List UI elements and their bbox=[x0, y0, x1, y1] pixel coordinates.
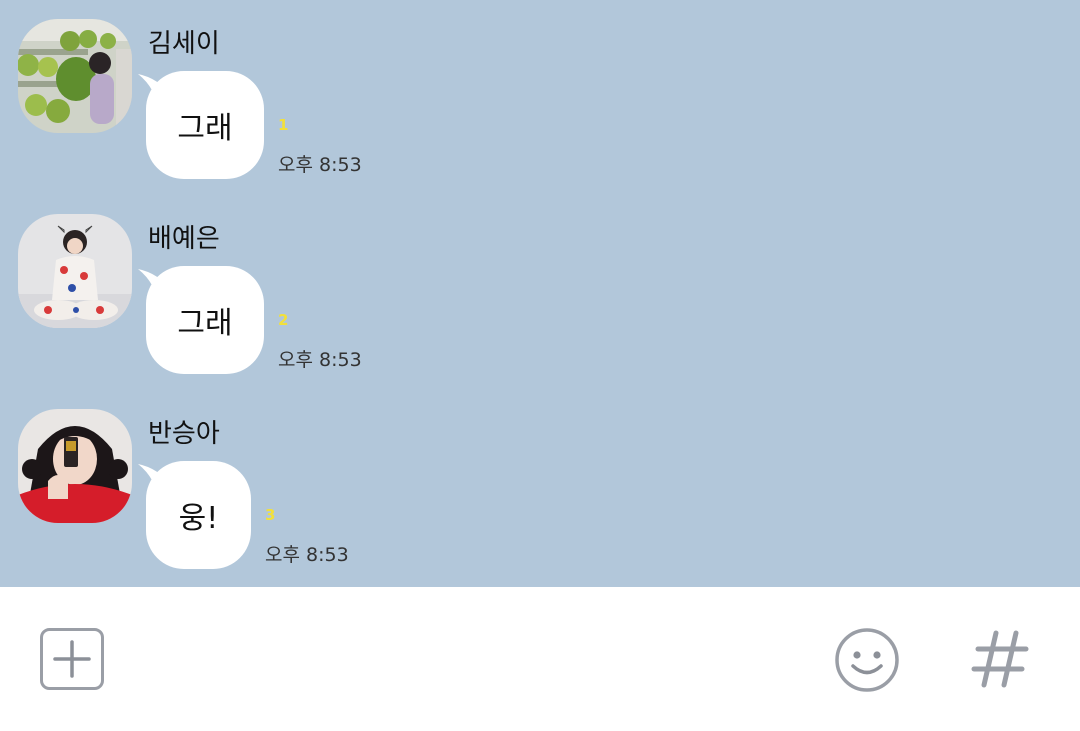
message-bubble[interactable]: 그래 bbox=[146, 71, 264, 179]
chat-message: 김세이 그래 1 오후 8:53 bbox=[0, 19, 1080, 209]
chat-room: 김세이 그래 1 오후 8:53 배예은 그래 2 오후 8:53 반승아 웅!… bbox=[0, 0, 1080, 587]
hashtag-button[interactable] bbox=[970, 625, 1030, 691]
unread-count: 1 bbox=[278, 116, 289, 134]
message-text: 웅! bbox=[178, 501, 219, 536]
profile-photo-plush-store-icon bbox=[18, 19, 132, 133]
sender-name: 반승아 bbox=[148, 419, 220, 449]
message-time: 오후 8:53 bbox=[265, 544, 349, 566]
message-time: 오후 8:53 bbox=[278, 349, 362, 371]
sender-avatar[interactable] bbox=[18, 214, 132, 328]
plus-square-icon bbox=[40, 628, 104, 690]
unread-count: 3 bbox=[265, 506, 276, 524]
message-bubble[interactable]: 웅! bbox=[146, 461, 251, 569]
sender-avatar[interactable] bbox=[18, 409, 132, 523]
chat-message: 배예은 그래 2 오후 8:53 bbox=[0, 214, 1080, 404]
profile-photo-pajamas-icon bbox=[18, 214, 132, 328]
emoji-button[interactable] bbox=[834, 627, 900, 693]
chat-message: 반승아 웅! 3 오후 8:53 bbox=[0, 409, 1080, 599]
message-text: 그래 bbox=[177, 306, 233, 341]
message-bubble[interactable]: 그래 bbox=[146, 266, 264, 374]
smiley-icon bbox=[835, 628, 899, 692]
sender-name: 배예은 bbox=[148, 224, 220, 254]
message-input[interactable] bbox=[130, 627, 814, 693]
message-time: 오후 8:53 bbox=[278, 154, 362, 176]
message-text: 그래 bbox=[177, 111, 233, 146]
hashtag-icon bbox=[971, 630, 1029, 688]
sender-avatar[interactable] bbox=[18, 19, 132, 133]
unread-count: 2 bbox=[278, 311, 289, 329]
sender-name: 김세이 bbox=[148, 29, 220, 59]
profile-photo-red-sweater-icon bbox=[18, 409, 132, 523]
message-input-bar bbox=[0, 587, 1080, 731]
add-attachment-button[interactable] bbox=[40, 628, 104, 690]
